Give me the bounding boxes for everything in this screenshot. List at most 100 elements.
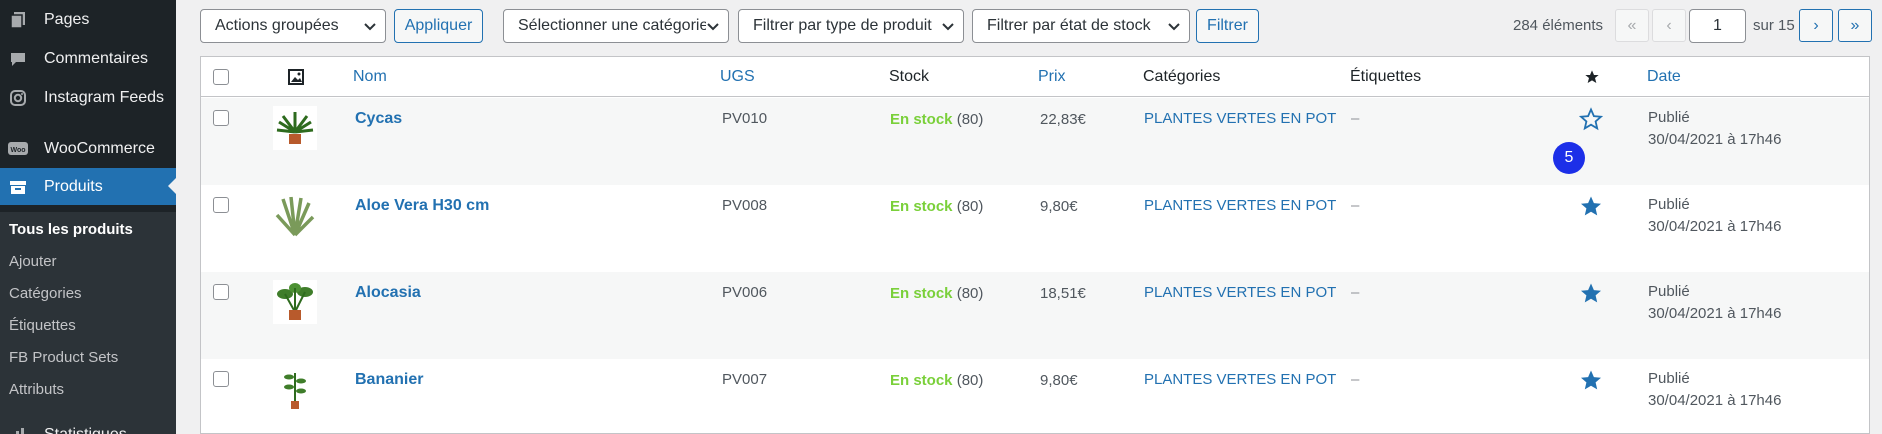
sidebar-item-pages[interactable]: Pages <box>0 1 176 38</box>
sidebar-item-stats[interactable]: Statistiques <box>0 416 176 434</box>
product-thumbnail[interactable] <box>273 193 317 237</box>
table-row: Alocasia PV006 En stock (80) 18,51€ PLAN… <box>201 272 1869 359</box>
submenu-attributes[interactable]: Attributs <box>9 381 64 398</box>
product-category-link[interactable]: PLANTES VERTES EN POT <box>1144 197 1336 214</box>
stats-icon <box>8 425 28 434</box>
product-date: Publié 30/04/2021 à 17h46 <box>1648 107 1781 151</box>
comments-icon <box>8 49 28 69</box>
date-status: Publié <box>1648 283 1690 300</box>
product-thumbnail[interactable] <box>273 106 317 150</box>
product-sku: PV008 <box>722 197 768 214</box>
product-category-link[interactable]: PLANTES VERTES EN POT <box>1144 284 1336 301</box>
sidebar-item-instagram-feeds[interactable]: Instagram Feeds <box>0 79 176 116</box>
chevron-down-icon <box>942 23 954 31</box>
product-type-filter-select[interactable]: Filtrer par type de produit <box>738 9 964 43</box>
product-name-link[interactable]: Cycas <box>355 110 402 128</box>
products-submenu: Tous les produits Ajouter Catégories Éti… <box>0 212 176 434</box>
column-header-name[interactable]: Nom <box>353 68 387 86</box>
row-checkbox[interactable] <box>213 284 229 300</box>
stock-status: En stock <box>890 372 953 389</box>
sidebar-item-label: WooCommerce <box>44 139 155 157</box>
product-sku: PV006 <box>722 284 768 301</box>
stock-cell: En stock (80) <box>890 372 983 389</box>
table-header: Nom UGS Stock Prix Catégories Étiquettes… <box>201 57 1869 97</box>
star-outline-icon[interactable] <box>1579 107 1603 131</box>
annotation-badge: 5 <box>1553 142 1585 174</box>
product-tags: – <box>1351 110 1360 127</box>
product-category-link[interactable]: PLANTES VERTES EN POT <box>1144 110 1336 127</box>
column-header-categories: Catégories <box>1143 68 1221 85</box>
date-value: 30/04/2021 à 17h46 <box>1648 218 1782 235</box>
row-checkbox[interactable] <box>213 197 229 213</box>
next-page-button[interactable]: › <box>1799 9 1833 42</box>
row-checkbox[interactable] <box>213 110 229 126</box>
product-price: 9,80€ <box>1040 198 1078 215</box>
product-tags: – <box>1351 197 1360 214</box>
stock-status: En stock <box>890 198 953 215</box>
product-thumbnail[interactable] <box>273 367 317 411</box>
product-tags: – <box>1351 371 1360 388</box>
stock-quantity: (80) <box>956 285 984 302</box>
product-name-link[interactable]: Alocasia <box>355 284 421 302</box>
current-page-input[interactable]: 1 <box>1689 9 1746 43</box>
product-thumbnail[interactable] <box>273 280 317 324</box>
bulk-actions-select[interactable]: Actions groupées <box>200 9 386 43</box>
stock-status: En stock <box>890 111 953 128</box>
chevron-down-icon <box>364 23 376 31</box>
stock-status-filter-select[interactable]: Filtrer par état de stock <box>972 9 1190 43</box>
image-column-icon <box>288 69 304 89</box>
product-category-link[interactable]: PLANTES VERTES EN POT <box>1144 371 1336 388</box>
product-name-link[interactable]: Aloe Vera H30 cm <box>355 197 489 215</box>
products-icon <box>8 177 28 197</box>
select-all-checkbox[interactable] <box>213 69 229 85</box>
product-date: Publié 30/04/2021 à 17h46 <box>1648 194 1781 238</box>
date-value: 30/04/2021 à 17h46 <box>1648 392 1782 409</box>
prev-page-button[interactable]: ‹ <box>1652 9 1686 42</box>
woocommerce-icon: Woo <box>8 139 28 159</box>
items-count: 284 éléments <box>1513 17 1604 34</box>
column-header-stock: Stock <box>889 68 930 85</box>
svg-text:Woo: Woo <box>10 147 25 154</box>
stock-cell: En stock (80) <box>890 198 983 215</box>
table-row: Cycas PV010 En stock (80) 22,83€ PLANTES… <box>201 98 1869 185</box>
product-type-filter-value: Filtrer par type de produit <box>753 17 932 34</box>
last-page-button[interactable]: » <box>1838 9 1872 42</box>
star-filled-icon[interactable] <box>1579 281 1603 305</box>
filter-button[interactable]: Filtrer <box>1196 9 1259 43</box>
row-checkbox[interactable] <box>213 371 229 387</box>
column-header-sku[interactable]: UGS <box>720 68 755 86</box>
bulk-actions-value: Actions groupées <box>215 17 339 34</box>
stock-quantity: (80) <box>956 111 984 128</box>
total-pages-label: sur 15 <box>1753 17 1795 34</box>
product-sku: PV010 <box>722 110 768 127</box>
sidebar-item-comments[interactable]: Commentaires <box>0 40 176 77</box>
star-icon[interactable] <box>1584 69 1600 89</box>
products-table: Nom UGS Stock Prix Catégories Étiquettes… <box>200 56 1870 434</box>
date-status: Publié <box>1648 196 1690 213</box>
sidebar-item-products[interactable]: Produits <box>0 168 176 205</box>
submenu-categories[interactable]: Catégories <box>9 285 82 302</box>
star-filled-icon[interactable] <box>1579 368 1603 392</box>
sidebar-item-label: Commentaires <box>44 49 149 67</box>
date-value: 30/04/2021 à 17h46 <box>1648 305 1782 322</box>
stock-quantity: (80) <box>956 198 984 215</box>
sidebar-item-label: Statistiques <box>44 425 127 434</box>
column-header-date[interactable]: Date <box>1647 68 1681 86</box>
sidebar-item-woocommerce[interactable]: Woo WooCommerce <box>0 130 176 167</box>
product-date: Publié 30/04/2021 à 17h46 <box>1648 281 1781 325</box>
product-name-link[interactable]: Bananier <box>355 371 423 389</box>
category-filter-select[interactable]: Sélectionner une catégorie <box>503 9 729 43</box>
column-header-price[interactable]: Prix <box>1038 68 1066 86</box>
star-filled-icon[interactable] <box>1579 194 1603 218</box>
submenu-fb-product-sets[interactable]: FB Product Sets <box>9 349 118 366</box>
submenu-all-products[interactable]: Tous les produits <box>9 221 133 238</box>
apply-button[interactable]: Appliquer <box>394 9 483 43</box>
first-page-button[interactable]: « <box>1615 9 1649 42</box>
product-tags: – <box>1351 284 1360 301</box>
submenu-tags[interactable]: Étiquettes <box>9 317 76 334</box>
product-price: 18,51€ <box>1040 285 1086 302</box>
chevron-down-icon <box>706 19 720 33</box>
date-status: Publié <box>1648 370 1690 387</box>
submenu-add[interactable]: Ajouter <box>9 253 57 270</box>
stock-status: En stock <box>890 285 953 302</box>
